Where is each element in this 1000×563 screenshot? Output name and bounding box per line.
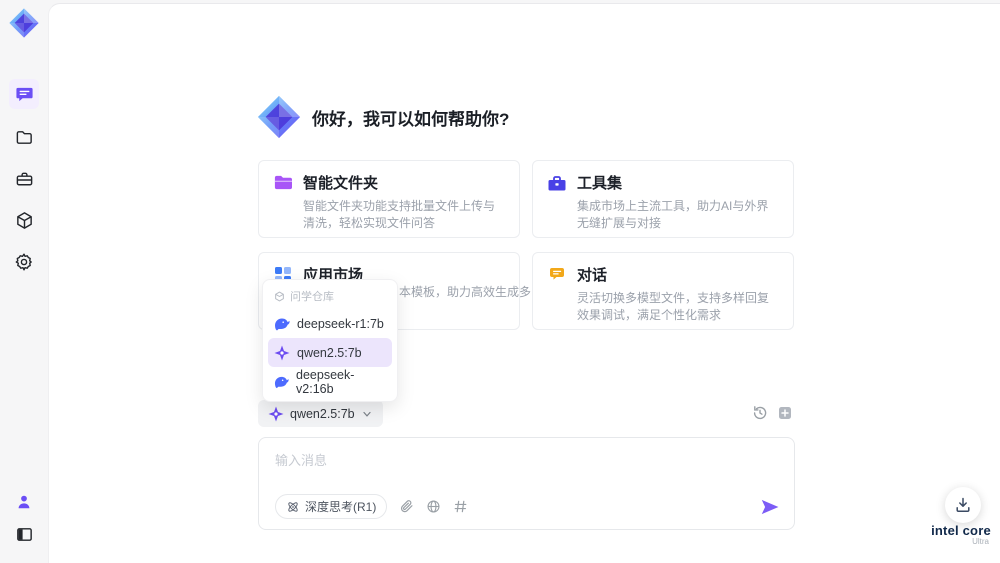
model-option-label: deepseek-r1:7b (297, 316, 384, 331)
intel-core-badge: intel core Ultra (925, 523, 997, 546)
card-description-fragment: 本模板，助力高效生成多 (399, 285, 532, 299)
deep-think-toggle[interactable]: 深度思考(R1) (275, 494, 388, 519)
model-option-label: qwen2.5:7b (297, 345, 362, 360)
sidebar-item-files[interactable] (0, 120, 48, 154)
card-description: 集成市场上主流工具，助力AI与外界无缝扩展与对接 (577, 199, 769, 230)
model-selector-button[interactable]: qwen2.5:7b (258, 400, 383, 427)
deep-think-label: 深度思考(R1) (305, 500, 377, 514)
intel-brand-text: intel core (931, 523, 991, 538)
model-dropdown: 问学仓库 deepseek-r1:7b qwen2.5:7b deepseek-… (262, 279, 398, 402)
folder-icon (16, 130, 32, 144)
qwen-icon (268, 406, 284, 421)
model-group-label: 问学仓库 (290, 291, 334, 303)
gear-icon (15, 253, 32, 271)
deepseek-icon (275, 318, 290, 330)
repository-icon (275, 291, 284, 301)
history-icon[interactable] (752, 405, 768, 426)
sidebar-item-toolbox[interactable] (0, 162, 48, 196)
greeting-logo-icon (256, 94, 302, 140)
attachment-icon[interactable] (399, 499, 414, 514)
app-logo-icon[interactable] (0, 6, 48, 40)
sidebar-item-chat[interactable] (0, 77, 48, 111)
card-dialog[interactable]: 对话 灵活切换多模型文件，支持多样回复效果调试，满足个性化需求 (532, 252, 794, 330)
message-input[interactable]: 输入消息 深度思考(R1) (258, 437, 795, 530)
sidebar-item-models[interactable] (0, 203, 48, 237)
smart-folder-icon (274, 175, 292, 189)
model-group-header: 问学仓库 (268, 285, 392, 309)
card-title: 工具集 (577, 175, 623, 192)
briefcase-icon (16, 172, 32, 185)
model-option-qwen[interactable]: qwen2.5:7b (268, 338, 392, 367)
model-selector-label: qwen2.5:7b (290, 406, 355, 421)
card-toolset[interactable]: 工具集 集成市场上主流工具，助力AI与外界无缝扩展与对接 (532, 160, 794, 238)
model-option-label: deepseek-v2:16b (296, 367, 355, 396)
toolset-icon (548, 175, 566, 190)
card-description: 灵活切换多模型文件，支持多样回复效果调试，满足个性化需求 (577, 291, 770, 322)
chat-bubble-icon (15, 87, 33, 101)
chevron-down-icon (363, 411, 371, 417)
user-icon (18, 495, 30, 509)
app-window: 你好，我可以如何帮助你? 智能文件夹 智能文件夹功能支持批量文件上传与清洗，轻松… (0, 0, 1000, 563)
atom-icon (288, 501, 298, 512)
deepseek-icon (274, 376, 289, 388)
new-chat-icon[interactable] (777, 405, 793, 426)
sidebar-item-collapse[interactable] (0, 517, 48, 551)
card-description: 智能文件夹功能支持批量文件上传与清洗，轻松实现文件问答 (303, 199, 496, 230)
message-placeholder: 输入消息 (275, 453, 328, 468)
web-search-icon[interactable] (426, 499, 441, 514)
intel-variant-text: Ultra (972, 537, 989, 546)
cube-icon (16, 211, 32, 229)
card-title: 对话 (577, 267, 608, 284)
dialog-icon (550, 267, 564, 280)
qwen-icon (274, 345, 290, 360)
panel-icon (16, 527, 32, 541)
card-smart-folder[interactable]: 智能文件夹 智能文件夹功能支持批量文件上传与清洗，轻松实现文件问答 (258, 160, 520, 238)
card-title: 智能文件夹 (303, 175, 379, 192)
sidebar-item-account[interactable] (0, 485, 48, 519)
model-option-deepseek-v2[interactable]: deepseek-v2:16b (268, 367, 392, 396)
download-button[interactable] (945, 487, 981, 523)
sidebar (0, 0, 48, 563)
download-icon (956, 497, 970, 512)
sidebar-item-settings[interactable] (0, 245, 48, 279)
send-button[interactable] (760, 497, 780, 517)
model-option-deepseek-r1[interactable]: deepseek-r1:7b (268, 309, 392, 338)
greeting-text: 你好，我可以如何帮助你? (312, 110, 510, 129)
knowledge-tag-icon[interactable] (453, 499, 468, 514)
